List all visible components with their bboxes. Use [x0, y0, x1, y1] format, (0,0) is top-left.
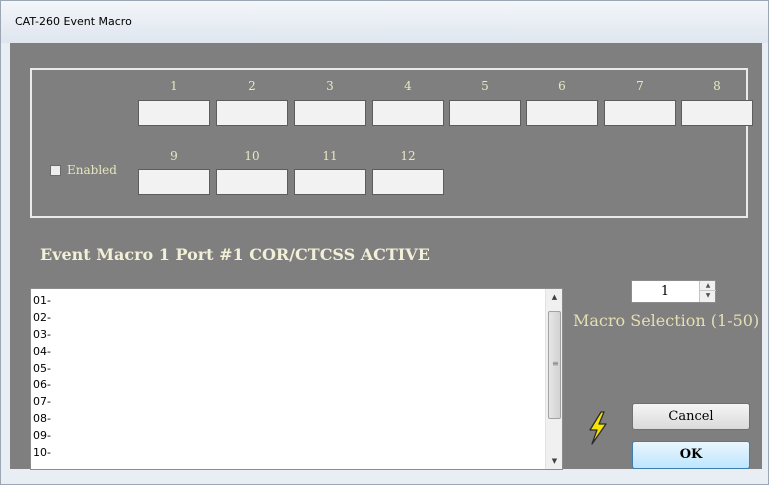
slot-label-3: 3	[326, 79, 334, 93]
macro-line: 07-	[33, 395, 51, 409]
macro-line: 06-	[33, 378, 51, 392]
slot-field-2[interactable]	[216, 100, 288, 126]
title-bar[interactable]: CAT-260 Event Macro	[1, 1, 768, 43]
macro-slots-group: 1 2 3 4 5 6 7 8 Enabled 9 10 11 12	[30, 68, 753, 218]
vertical-scrollbar[interactable]: ▲ ≡ ▼	[545, 289, 562, 469]
macro-selection-label: Macro Selection (1-50)	[573, 311, 760, 330]
enabled-checkbox[interactable]: Enabled	[50, 163, 117, 177]
slot-label-2: 2	[248, 79, 256, 93]
slot-field-3[interactable]	[294, 100, 366, 126]
macro-line: 04-	[33, 344, 51, 358]
slot-label-11: 11	[322, 149, 338, 163]
enabled-label: Enabled	[67, 163, 117, 177]
slot-field-10[interactable]	[216, 169, 288, 195]
spin-down-arrow-icon[interactable]: ▼	[700, 291, 716, 301]
slot-field-5[interactable]	[449, 100, 521, 126]
slot-label-1: 1	[170, 79, 178, 93]
slot-label-5: 5	[481, 79, 489, 93]
slot-label-6: 6	[558, 79, 566, 93]
slot-label-7: 7	[636, 79, 644, 93]
dialog-window: CAT-260 Event Macro 1 2 3 4 5 6 7 8 Enab…	[0, 0, 769, 485]
macro-line: 08-	[33, 412, 51, 426]
macro-text-area[interactable]: 01- 02- 03- 04- 05- 06- 07- 08- 09- 10- ▲ ≡ ▼	[30, 288, 563, 470]
slot-label-9: 9	[170, 149, 178, 163]
slot-field-4[interactable]	[372, 100, 444, 126]
lightning-bolt-icon	[589, 411, 607, 445]
slot-label-4: 4	[404, 79, 412, 93]
macro-lines: 01- 02- 03- 04- 05- 06- 07- 08- 09- 10-	[33, 293, 541, 462]
spin-up-arrow-icon[interactable]: ▲	[700, 281, 716, 291]
slot-field-11[interactable]	[294, 169, 366, 195]
slot-label-8: 8	[713, 79, 721, 93]
macro-line: 05-	[33, 361, 51, 375]
spinner-buttons: ▲ ▼	[699, 281, 716, 302]
scroll-up-arrow-icon[interactable]: ▲	[546, 289, 563, 305]
macro-selection-spinner[interactable]: 1 ▲ ▼	[631, 280, 716, 303]
dialog-client-area: 1 2 3 4 5 6 7 8 Enabled 9 10 11 12 Event…	[10, 43, 762, 470]
scroll-down-arrow-icon[interactable]: ▼	[546, 453, 563, 469]
macro-line: 03-	[33, 327, 51, 341]
slot-field-12[interactable]	[372, 169, 444, 195]
slot-label-12: 12	[400, 149, 416, 163]
window-title: CAT-260 Event Macro	[15, 15, 132, 28]
macro-line: 01-	[33, 294, 51, 307]
slot-field-1[interactable]	[138, 100, 210, 126]
ok-button[interactable]: OK	[632, 441, 750, 469]
slot-label-10: 10	[244, 149, 260, 163]
event-macro-heading: Event Macro 1 Port #1 COR/CTCSS ACTIVE	[40, 245, 430, 264]
slot-field-6[interactable]	[526, 100, 598, 126]
macro-line: 10-	[33, 446, 51, 460]
macro-selection-value[interactable]: 1	[632, 281, 698, 302]
scrollbar-thumb[interactable]: ≡	[548, 311, 561, 419]
slot-field-9[interactable]	[138, 169, 210, 195]
macro-line: 02-	[33, 310, 51, 324]
slot-field-7[interactable]	[604, 100, 676, 126]
grip-icon: ≡	[552, 359, 559, 368]
enabled-checkbox-box[interactable]	[50, 164, 61, 176]
macro-line: 09-	[33, 429, 51, 443]
slot-field-8[interactable]	[681, 100, 753, 126]
cancel-button[interactable]: Cancel	[632, 403, 750, 430]
